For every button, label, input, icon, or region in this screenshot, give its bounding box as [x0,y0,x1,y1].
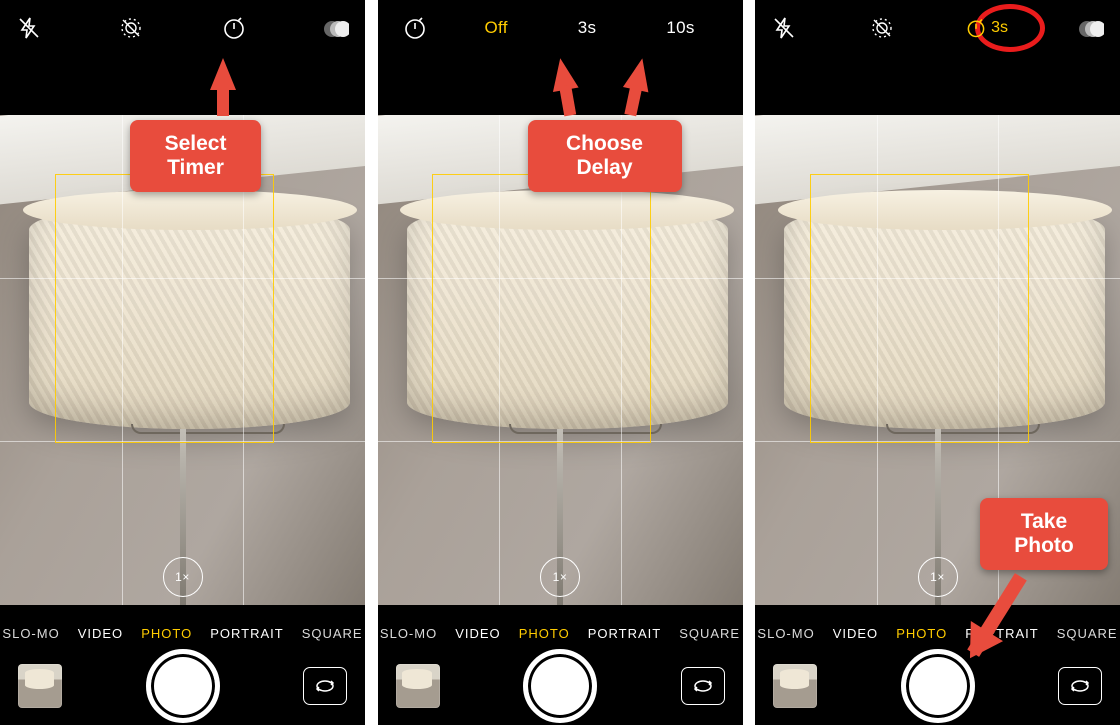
annotation-callout: ChooseDelay [528,120,682,192]
camera-mode-strip[interactable]: SLO-MO VIDEO PHOTO PORTRAIT SQUARE [0,619,365,647]
timer-active-label: 3s [991,19,1008,37]
annotation-arrow-icon [210,58,236,90]
mode-video[interactable]: VIDEO [78,626,123,641]
shutter-button[interactable] [146,649,220,723]
camera-top-toolbar [0,0,365,55]
camera-mode-strip[interactable]: SLO-MO VIDEO PHOTO PORTRAIT SQUARE [755,619,1120,647]
zoom-toggle[interactable]: 1× [163,557,203,597]
timer-icon[interactable] [400,13,430,43]
last-photo-thumbnail[interactable] [773,664,817,708]
mode-slomo[interactable]: SLO-MO [757,626,814,641]
phone-frame-1: 1× SLO-MO VIDEO PHOTO PORTRAIT SQUARE Se… [0,0,365,725]
zoom-toggle[interactable]: 1× [540,557,580,597]
camera-switch-button[interactable] [1058,667,1102,705]
timer-option-10s[interactable]: 10s [666,18,694,38]
annotation-arrow-icon [547,56,578,92]
last-photo-thumbnail[interactable] [18,664,62,708]
annotation-callout: TakePhoto [980,498,1108,570]
live-photo-icon[interactable] [116,13,146,43]
camera-top-toolbar: 3s [755,0,1120,55]
last-photo-thumbnail[interactable] [396,664,440,708]
mode-portrait[interactable]: PORTRAIT [210,626,284,641]
camera-switch-button[interactable] [681,667,725,705]
filters-icon[interactable] [1076,13,1106,43]
camera-mode-strip[interactable]: SLO-MO VIDEO PHOTO PORTRAIT SQUARE [378,619,743,647]
zoom-label: 1× [553,570,568,584]
filters-icon[interactable] [321,13,351,43]
camera-bottom-toolbar [755,647,1120,725]
annotation-arrow-icon [622,56,654,93]
camera-bottom-toolbar [378,647,743,725]
shutter-button[interactable] [901,649,975,723]
focus-indicator [432,174,651,444]
annotation-callout: SelectTimer [130,120,261,192]
timer-option-3s[interactable]: 3s [578,18,597,38]
focus-indicator [810,174,1029,444]
focus-indicator [55,174,274,444]
timer-option-off[interactable]: Off [485,18,508,38]
mode-portrait[interactable]: PORTRAIT [588,626,662,641]
mode-photo[interactable]: PHOTO [141,626,192,641]
timer-active-indicator[interactable]: 3s [965,13,1008,43]
mode-photo[interactable]: PHOTO [896,626,947,641]
tutorial-triptych: 1× SLO-MO VIDEO PHOTO PORTRAIT SQUARE Se… [0,0,1120,725]
camera-bottom-toolbar [0,647,365,725]
timer-icon[interactable] [219,13,249,43]
zoom-toggle[interactable]: 1× [918,557,958,597]
zoom-label: 1× [930,570,945,584]
shutter-button[interactable] [523,649,597,723]
flash-icon[interactable] [14,13,44,43]
camera-switch-button[interactable] [303,667,347,705]
flash-icon[interactable] [769,13,799,43]
mode-video[interactable]: VIDEO [833,626,878,641]
mode-square[interactable]: SQUARE [302,626,363,641]
mode-square[interactable]: SQUARE [1057,626,1118,641]
phone-frame-3: 3s 1× SLO-MO VIDEO PHOTO PORTRAIT SQUARE [755,0,1120,725]
mode-photo[interactable]: PHOTO [519,626,570,641]
mode-video[interactable]: VIDEO [455,626,500,641]
phone-frame-2: Off 3s 10s 1× SLO-MO VIDEO PHOTO PORTRAI… [378,0,743,725]
zoom-label: 1× [175,570,190,584]
live-photo-icon[interactable] [867,13,897,43]
timer-options-bar: Off 3s 10s [378,0,743,55]
mode-slomo[interactable]: SLO-MO [2,626,59,641]
mode-slomo[interactable]: SLO-MO [380,626,437,641]
mode-square[interactable]: SQUARE [679,626,740,641]
